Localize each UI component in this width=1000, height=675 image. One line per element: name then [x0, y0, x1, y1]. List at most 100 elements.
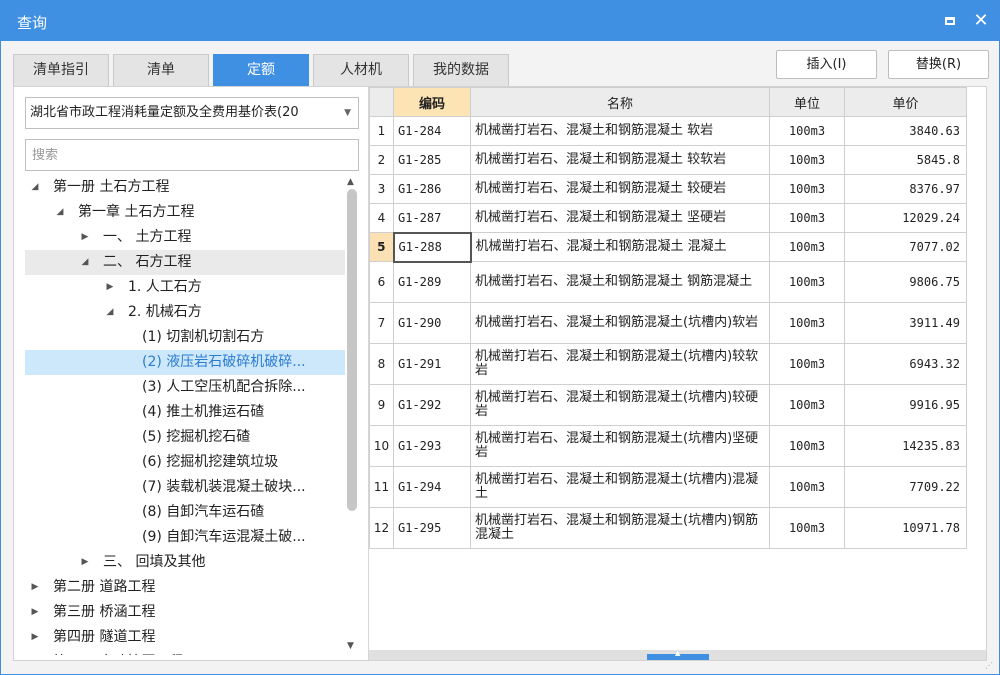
triangle-right-icon[interactable]: ▶	[79, 225, 91, 250]
price-cell[interactable]: 14235.83	[844, 425, 967, 467]
price-cell[interactable]: 10971.78	[844, 507, 967, 549]
unit-cell[interactable]: 100m3	[769, 466, 845, 508]
search-input[interactable]	[25, 139, 359, 171]
row-number[interactable]: 8	[369, 343, 394, 385]
tree-item[interactable]: ◢ 2. 机械石方	[25, 300, 345, 325]
name-cell[interactable]: 机械凿打岩石、混凝土和钢筋混凝土(坑槽内)钢筋混凝土	[470, 507, 770, 549]
scroll-down-icon[interactable]: ▼	[347, 641, 354, 651]
name-cell[interactable]: 机械凿打岩石、混凝土和钢筋混凝土 坚硬岩	[470, 203, 770, 233]
price-cell[interactable]: 3840.63	[844, 116, 967, 146]
tree-item[interactable]: ▶ 三、 回填及其他	[25, 550, 345, 575]
horizontal-scrollbar[interactable]: ▲	[369, 649, 986, 660]
library-select[interactable]: 湖北省市政工程消耗量定额及全费用基价表(20 ▼	[25, 97, 359, 129]
code-cell[interactable]: G1-293	[393, 425, 471, 467]
name-cell[interactable]: 机械凿打岩石、混凝土和钢筋混凝土 较硬岩	[470, 174, 770, 204]
triangle-right-icon[interactable]: ▶	[29, 625, 41, 650]
tree-item[interactable]: (2) 液压岩石破碎机破碎...	[25, 350, 345, 375]
unit-cell[interactable]: 100m3	[769, 145, 845, 175]
row-number[interactable]: 4	[369, 203, 394, 233]
triangle-right-icon[interactable]: ▶	[79, 550, 91, 575]
tree-item[interactable]: ▶ 1. 人工石方	[25, 275, 345, 300]
tree-item[interactable]: (1) 切割机切割石方	[25, 325, 345, 350]
tab-quota[interactable]: 定额	[213, 54, 309, 86]
row-number[interactable]: 7	[369, 302, 394, 344]
code-cell[interactable]: G1-295	[393, 507, 471, 549]
maximize-icon[interactable]	[938, 9, 962, 33]
scroll-up-icon[interactable]: ▲	[347, 177, 354, 187]
row-number[interactable]: 5	[369, 232, 394, 262]
tree-item[interactable]: (8) 自卸汽车运石碴	[25, 500, 345, 525]
triangle-right-icon[interactable]: ▶	[104, 275, 116, 300]
unit-cell[interactable]: 100m3	[769, 232, 845, 262]
tree-item[interactable]: ▶ 第五册 市政管网工程	[25, 650, 345, 655]
row-number[interactable]: 2	[369, 145, 394, 175]
replace-button[interactable]: 替换(R)	[888, 50, 989, 79]
table-row[interactable]: 12 G1-295 机械凿打岩石、混凝土和钢筋混凝土(坑槽内)钢筋混凝土 100m3 1…	[369, 507, 967, 549]
table-row[interactable]: 9 G1-292 机械凿打岩石、混凝土和钢筋混凝土(坑槽内)较硬岩 100m3 9916…	[369, 384, 967, 426]
table-row[interactable]: 10 G1-293 机械凿打岩石、混凝土和钢筋混凝土(坑槽内)坚硬岩 100m3 142…	[369, 425, 967, 467]
price-cell[interactable]: 6943.32	[844, 343, 967, 385]
table-row[interactable]: 5 G1-288 机械凿打岩石、混凝土和钢筋混凝土 混凝土 100m3 7077.02	[369, 231, 967, 263]
chevron-up-icon[interactable]: ▲	[675, 649, 680, 657]
code-cell[interactable]: G1-288	[392, 231, 472, 263]
code-cell[interactable]: G1-286	[393, 174, 471, 204]
table-row[interactable]: 8 G1-291 机械凿打岩石、混凝土和钢筋混凝土(坑槽内)较软岩 100m3 6943…	[369, 343, 967, 385]
code-cell[interactable]: G1-294	[393, 466, 471, 508]
code-cell[interactable]: G1-287	[393, 203, 471, 233]
tab-labor-material-machine[interactable]: 人材机	[313, 54, 409, 86]
tab-bill[interactable]: 清单	[113, 54, 209, 86]
column-header-unit[interactable]: 单位	[769, 87, 845, 117]
code-cell[interactable]: G1-290	[393, 302, 471, 344]
row-number[interactable]: 9	[369, 384, 394, 426]
name-cell[interactable]: 机械凿打岩石、混凝土和钢筋混凝土(坑槽内)软岩	[470, 302, 770, 344]
tree-scrollbar-thumb[interactable]	[347, 189, 357, 511]
table-row[interactable]: 6 G1-289 机械凿打岩石、混凝土和钢筋混凝土 钢筋混凝土 100m3 9806.7…	[369, 261, 967, 303]
code-cell[interactable]: G1-291	[393, 343, 471, 385]
tree-item[interactable]: (4) 推土机推运石碴	[25, 400, 345, 425]
code-cell[interactable]: G1-284	[393, 116, 471, 146]
close-icon[interactable]: ✕	[969, 9, 993, 33]
column-header-name[interactable]: 名称	[470, 87, 770, 117]
unit-cell[interactable]: 100m3	[769, 261, 845, 303]
table-row[interactable]: 7 G1-290 机械凿打岩石、混凝土和钢筋混凝土(坑槽内)软岩 100m3 3911.…	[369, 302, 967, 344]
tree-item[interactable]: ◢ 第一册 土石方工程	[25, 175, 345, 200]
triangle-down-icon[interactable]: ◢	[54, 200, 66, 225]
unit-cell[interactable]: 100m3	[769, 343, 845, 385]
name-cell[interactable]: 机械凿打岩石、混凝土和钢筋混凝土 较软岩	[470, 145, 770, 175]
price-cell[interactable]: 9806.75	[844, 261, 967, 303]
price-cell[interactable]: 7709.22	[844, 466, 967, 508]
chevron-down-icon[interactable]: ▼	[344, 98, 351, 128]
tree-item[interactable]: ▶ 第三册 桥涵工程	[25, 600, 345, 625]
unit-cell[interactable]: 100m3	[769, 302, 845, 344]
price-cell[interactable]: 7077.02	[844, 232, 967, 262]
unit-cell[interactable]: 100m3	[769, 116, 845, 146]
tree-item[interactable]: (5) 挖掘机挖石碴	[25, 425, 345, 450]
price-cell[interactable]: 9916.95	[844, 384, 967, 426]
price-cell[interactable]: 8376.97	[844, 174, 967, 204]
tree-item[interactable]: ▶ 第二册 道路工程	[25, 575, 345, 600]
row-number[interactable]: 3	[369, 174, 394, 204]
unit-cell[interactable]: 100m3	[769, 203, 845, 233]
table-row[interactable]: 11 G1-294 机械凿打岩石、混凝土和钢筋混凝土(坑槽内)混凝土 100m3 770…	[369, 466, 967, 508]
tree-item[interactable]: ◢ 第一章 土石方工程	[25, 200, 345, 225]
name-cell[interactable]: 机械凿打岩石、混凝土和钢筋混凝土 钢筋混凝土	[470, 261, 770, 303]
name-cell[interactable]: 机械凿打岩石、混凝土和钢筋混凝土(坑槽内)较硬岩	[470, 384, 770, 426]
table-row[interactable]: 2 G1-285 机械凿打岩石、混凝土和钢筋混凝土 较软岩 100m3 5845.8	[369, 145, 967, 175]
column-header-code[interactable]: 编码	[393, 87, 471, 117]
resize-grip-icon[interactable]: ⋰	[985, 661, 993, 670]
tab-bill-guide[interactable]: 清单指引	[13, 54, 109, 86]
name-cell[interactable]: 机械凿打岩石、混凝土和钢筋混凝土(坑槽内)较软岩	[470, 343, 770, 385]
row-number[interactable]: 1	[369, 116, 394, 146]
table-row[interactable]: 4 G1-287 机械凿打岩石、混凝土和钢筋混凝土 坚硬岩 100m3 12029.24	[369, 203, 967, 233]
row-number[interactable]: 12	[369, 507, 394, 549]
triangle-right-icon[interactable]: ▶	[29, 600, 41, 625]
tree-item[interactable]: ◢ 二、 石方工程	[25, 250, 345, 275]
unit-cell[interactable]: 100m3	[769, 425, 845, 467]
unit-cell[interactable]: 100m3	[769, 174, 845, 204]
insert-button[interactable]: 插入(I)	[776, 50, 877, 79]
table-row[interactable]: 1 G1-284 机械凿打岩石、混凝土和钢筋混凝土 软岩 100m3 3840.63	[369, 116, 967, 146]
code-cell[interactable]: G1-289	[393, 261, 471, 303]
triangle-down-icon[interactable]: ◢	[79, 250, 91, 275]
name-cell[interactable]: 机械凿打岩石、混凝土和钢筋混凝土(坑槽内)坚硬岩	[470, 425, 770, 467]
tree-item[interactable]: (3) 人工空压机配合拆除...	[25, 375, 345, 400]
